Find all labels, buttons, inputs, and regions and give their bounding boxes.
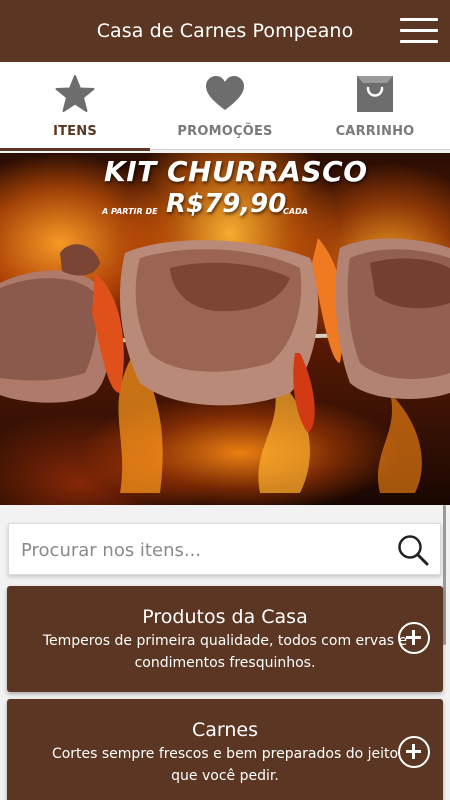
category-title: Produtos da Casa <box>142 606 308 628</box>
tab-label: ITENS <box>53 124 97 139</box>
add-circle-icon[interactable] <box>398 622 430 654</box>
app-title: Casa de Carnes Pompeano <box>96 20 354 42</box>
tab-label: CARRINHO <box>335 124 415 139</box>
app-header: Casa de Carnes Pompeano <box>0 0 450 62</box>
tab-bar: ITENS PROMOÇÕES CARRINHO <box>0 62 450 151</box>
category-card[interactable]: Carnes Cortes sempre frescos e bem prepa… <box>7 699 443 800</box>
banner-price: R$79,90 <box>166 189 287 219</box>
category-card[interactable]: Produtos da Casa Temperos de primeira qu… <box>7 586 443 692</box>
shopping-bag-icon <box>357 76 393 112</box>
tab-label: PROMOÇÕES <box>177 124 273 139</box>
search-box <box>8 523 441 576</box>
app-screen: Casa de Carnes Pompeano ITENS PROMOÇÕES … <box>0 0 450 800</box>
search-icon[interactable] <box>396 533 430 567</box>
heart-icon <box>206 76 244 110</box>
add-circle-icon[interactable] <box>398 736 430 768</box>
search-input[interactable] <box>21 524 391 576</box>
scrollbar[interactable] <box>443 505 446 645</box>
tab-promocoes[interactable]: PROMOÇÕES <box>150 62 300 150</box>
hamburger-menu-icon[interactable] <box>400 16 438 46</box>
barbecue-skewer-image <box>0 238 450 493</box>
category-description: Cortes sempre frescos e bem preparados d… <box>51 746 399 784</box>
category-title: Carnes <box>191 719 259 741</box>
banner-headline: KIT CHURRASCO <box>104 155 368 188</box>
promo-banner[interactable]: KIT CHURRASCO A PARTIR DE R$79,90 CADA <box>0 153 450 505</box>
category-description: Temperos de primeira qualidade, todos co… <box>42 633 408 671</box>
tab-itens[interactable]: ITENS <box>0 62 150 151</box>
banner-price-prefix: A PARTIR DE <box>102 207 158 216</box>
star-icon <box>55 75 95 112</box>
banner-price-suffix: CADA <box>283 207 308 216</box>
tab-carrinho[interactable]: CARRINHO <box>300 62 450 150</box>
